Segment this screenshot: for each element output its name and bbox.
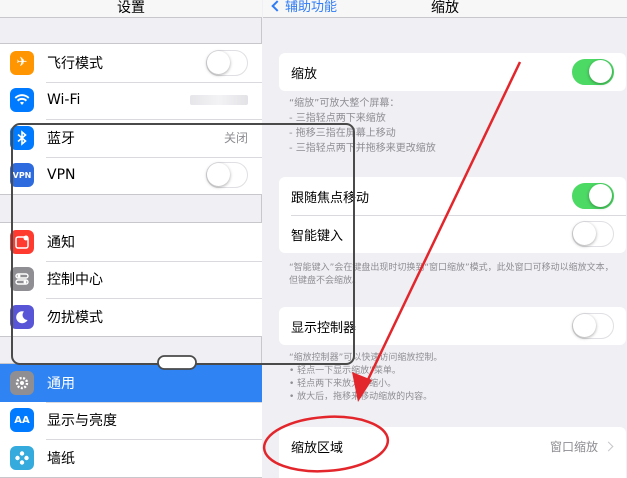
sidebar-item-label: 通用 — [47, 375, 75, 392]
sidebar-title: 设置 — [0, 0, 262, 18]
sidebar-item-display[interactable]: AA 显示与亮度 — [0, 401, 262, 440]
zoom-region-group: 缩放区域 窗口缩放 — [279, 427, 626, 478]
zoom-region-label: 缩放区域 — [291, 440, 344, 456]
zoom-group: 缩放 — [279, 53, 626, 91]
sidebar-item-label: 蓝牙 — [47, 130, 75, 147]
controller-group: 显示控制器 — [279, 307, 626, 345]
smart-typing-label: 智能键入 — [291, 228, 344, 244]
sidebar-item-notifications[interactable]: 通知 — [0, 223, 262, 261]
sidebar-item-label: VPN — [47, 167, 76, 184]
sidebar-group-network: ✈ 飞行模式 Wi-Fi 蓝牙 关闭 VPN VPN — [0, 43, 262, 195]
display-icon: AA — [10, 408, 34, 433]
sidebar-item-label: 飞行模式 — [47, 55, 103, 72]
follow-focus-switch[interactable] — [572, 183, 614, 209]
moon-icon — [10, 304, 34, 329]
zoom-description: “缩放”可放大整个屏幕： - 三指轻点两下来缩放 - 拖移三指在屏幕上移动 - … — [289, 98, 436, 154]
zoom-switch[interactable] — [572, 59, 614, 85]
chevron-right-icon — [603, 441, 614, 451]
smart-typing-row[interactable]: 智能键入 — [279, 215, 626, 253]
notifications-icon — [10, 229, 34, 254]
airplane-mode-switch[interactable] — [206, 49, 248, 76]
sidebar-item-general[interactable]: 通用 — [0, 364, 262, 402]
smart-typing-switch[interactable] — [572, 221, 614, 247]
show-controller-label: 显示控制器 — [291, 320, 357, 336]
sidebar-item-label: 控制中心 — [47, 272, 103, 289]
sidebar-item-label: 通知 — [47, 234, 75, 251]
zoom-row[interactable]: 缩放 — [279, 53, 626, 91]
airplane-icon: ✈ — [10, 50, 34, 75]
show-controller-switch[interactable] — [572, 313, 614, 339]
sidebar-group-general: 通用 AA 显示与亮度 墙纸 — [0, 363, 262, 478]
sidebar-item-wallpaper[interactable]: 墙纸 — [0, 439, 262, 477]
sidebar-item-wifi[interactable]: Wi-Fi — [0, 81, 262, 120]
show-controller-row[interactable]: 显示控制器 — [279, 307, 626, 345]
control-center-icon — [10, 267, 34, 292]
vpn-icon: VPN — [10, 163, 34, 188]
sidebar-item-label: 勿扰模式 — [47, 309, 103, 326]
sidebar-item-label: 显示与亮度 — [47, 413, 117, 430]
sidebar-item-control-center[interactable]: 控制中心 — [0, 260, 262, 299]
navigation-bar: 辅助功能 缩放 — [263, 0, 627, 18]
page-title: 缩放 — [431, 0, 459, 16]
wallpaper-icon — [10, 445, 34, 470]
zoom-region-value: 窗口缩放 — [549, 439, 598, 454]
sidebar-group-system: 通知 控制中心 勿扰模式 — [0, 222, 262, 337]
sidebar-item-do-not-disturb[interactable]: 勿扰模式 — [0, 298, 262, 336]
wifi-network-name-blurred — [190, 95, 248, 106]
sidebar-item-label: Wi-Fi — [47, 92, 81, 109]
zoom-label: 缩放 — [291, 66, 318, 82]
zoom-settings-pane: 辅助功能 缩放 缩放 “缩放”可放大整个屏幕： - 三指轻点两下来缩放 - 拖移… — [263, 0, 627, 478]
sidebar-item-vpn[interactable]: VPN VPN — [0, 156, 262, 195]
sidebar-item-label: 墙纸 — [47, 450, 75, 467]
bluetooth-icon — [10, 125, 34, 150]
controller-description: “缩放控制器”可以快速访问缩放控制。 • 轻点一下显示缩放”菜单。 • 轻点两下… — [289, 353, 443, 402]
settings-sidebar: 设置 ✈ 飞行模式 Wi-Fi 蓝牙 关闭 VPN VPN 通知 控制中心 勿扰… — [0, 0, 262, 478]
focus-typing-group: 跟随焦点移动 智能键入 — [279, 177, 626, 253]
follow-focus-label: 跟随焦点移动 — [291, 190, 370, 206]
gear-icon — [10, 370, 34, 395]
sidebar-item-bluetooth[interactable]: 蓝牙 关闭 — [0, 119, 262, 157]
sidebar-item-airplane[interactable]: ✈ 飞行模式 — [0, 44, 262, 82]
zoom-region-row[interactable]: 缩放区域 窗口缩放 — [279, 427, 626, 465]
wifi-icon — [10, 88, 34, 113]
smart-typing-description: “智能键入”会在键盘出现时切换到“窗口缩放”模式，此处窗口可移动以缩放文本，但键… — [289, 263, 614, 286]
follow-focus-row[interactable]: 跟随焦点移动 — [279, 177, 626, 215]
vpn-switch[interactable] — [206, 162, 248, 189]
bluetooth-status-value: 关闭 — [223, 131, 248, 146]
